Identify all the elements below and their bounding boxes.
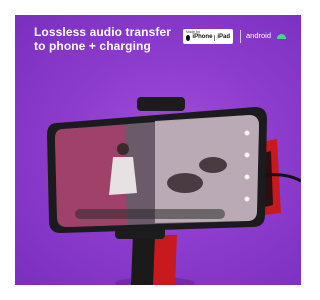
stand-pole-black xyxy=(131,235,155,285)
screen-ui-dot-1 xyxy=(244,130,250,136)
screen-person-head xyxy=(117,143,129,155)
mfi-ipad-text: iPad xyxy=(217,34,230,40)
screen-ui-dot-4 xyxy=(244,196,250,202)
product-photo: Lossless audio transfer to phone + charg… xyxy=(15,15,301,285)
mfi-separator xyxy=(214,34,216,41)
apple-logo-icon xyxy=(186,34,191,41)
screen-person-body xyxy=(109,157,137,195)
screen-chair-2 xyxy=(199,157,227,173)
screen-ui-dot-3 xyxy=(244,174,250,180)
phone-on-mount-illustration xyxy=(47,97,301,285)
top-clamp xyxy=(137,97,185,111)
screen-ui-dot-2 xyxy=(244,152,250,158)
android-wordmark: android xyxy=(246,31,272,40)
screen-comment-bar xyxy=(75,209,225,219)
made-for-iphone-ipad-badge: Made for iPhone iPad xyxy=(183,29,233,44)
android-robot-icon xyxy=(277,34,286,39)
mfi-iphone-text: iPhone xyxy=(192,34,213,40)
badge-divider xyxy=(240,30,241,43)
screen-chair-1 xyxy=(167,173,203,193)
headline: Lossless audio transfer to phone + charg… xyxy=(34,25,172,53)
product-image-frame: Lossless audio transfer to phone + charg… xyxy=(0,0,316,300)
